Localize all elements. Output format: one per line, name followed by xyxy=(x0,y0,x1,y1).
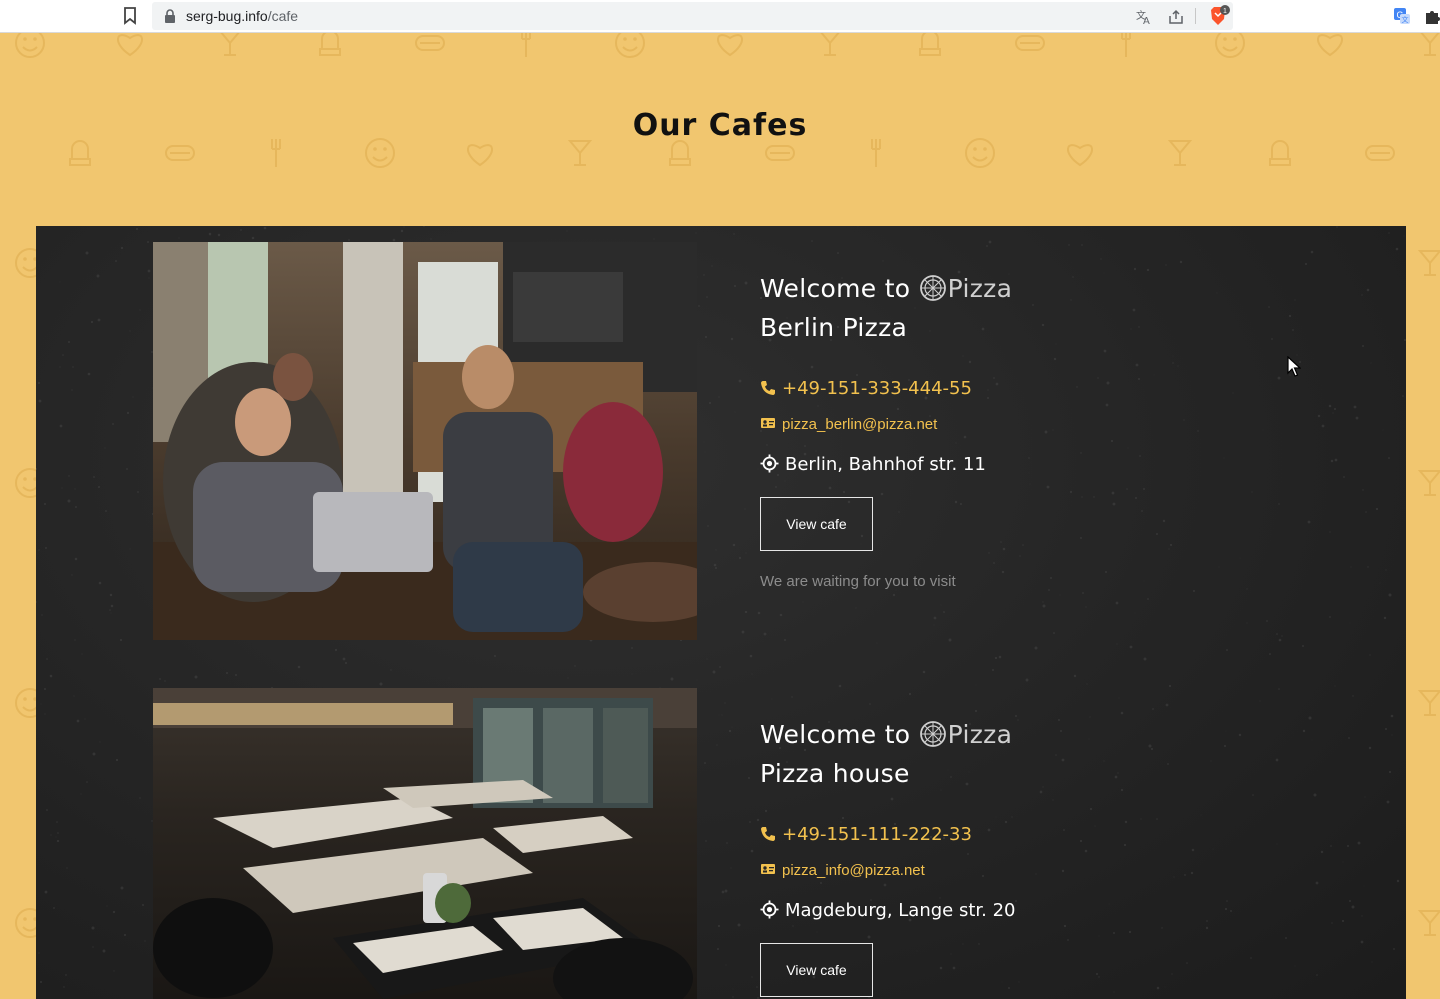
phone-number: +49-151-333-444-55 xyxy=(782,378,972,399)
address-row: Berlin, Bahnhof str. 11 xyxy=(760,454,1320,478)
phone-icon xyxy=(761,827,775,841)
phone-link[interactable]: +49-151-333-444-55 xyxy=(760,378,1320,402)
welcome-prefix: Welcome to xyxy=(760,720,911,749)
email-address: pizza_info@pizza.net xyxy=(782,862,925,879)
cafe-heading: Welcome to Pizza Pizza house xyxy=(760,715,1320,793)
location-target-icon xyxy=(760,900,779,919)
pizza-logo-icon xyxy=(919,721,946,747)
phone-link[interactable]: +49-151-111-222-33 xyxy=(760,824,1320,848)
cafe-name: Berlin Pizza xyxy=(760,313,908,342)
location-target-icon xyxy=(760,454,779,473)
toolbar-separator xyxy=(1195,8,1196,24)
email-link[interactable]: pizza_info@pizza.net xyxy=(760,861,1320,881)
contact-card-icon xyxy=(761,864,775,874)
translate-icon[interactable]: 文 A xyxy=(1135,8,1153,26)
extensions-puzzle-icon[interactable] xyxy=(1424,7,1440,25)
page-title: Our Cafes xyxy=(632,108,808,143)
email-link[interactable]: pizza_berlin@pizza.net xyxy=(760,415,1320,435)
address-bar[interactable]: serg-bug.info/cafe 文 A 1 xyxy=(152,2,1233,30)
view-cafe-button[interactable]: View cafe xyxy=(760,497,873,551)
cafe-info-berlin: Welcome to Pizza Berlin Pizza +49-151-33… xyxy=(760,269,1320,590)
bookmark-icon[interactable] xyxy=(122,7,138,25)
google-translate-extension-icon[interactable]: G 文 xyxy=(1393,7,1411,25)
phone-number: +49-151-111-222-33 xyxy=(782,824,972,845)
cafe-info-pizza-house: Welcome to Pizza Pizza house +49-151-111… xyxy=(760,715,1320,997)
address-text: Berlin, Bahnhof str. 11 xyxy=(785,454,986,475)
lock-icon[interactable] xyxy=(164,9,176,23)
address-text: Magdeburg, Lange str. 20 xyxy=(785,900,1016,921)
logo-word: Pizza xyxy=(947,720,1013,749)
visit-note: We are waiting for you to visit xyxy=(760,573,956,590)
logo-word: Pizza xyxy=(947,274,1013,303)
svg-text:文: 文 xyxy=(1402,15,1409,24)
svg-text:A: A xyxy=(1143,16,1150,26)
cafe-heading: Welcome to Pizza Berlin Pizza xyxy=(760,269,1320,347)
cafe-photo-berlin xyxy=(153,242,697,640)
cafe-name: Pizza house xyxy=(760,759,910,788)
welcome-prefix: Welcome to xyxy=(760,274,911,303)
url-text[interactable]: serg-bug.info/cafe xyxy=(186,8,298,24)
email-address: pizza_berlin@pizza.net xyxy=(782,416,938,433)
url-path: /cafe xyxy=(267,8,299,24)
contact-card-icon xyxy=(761,418,775,428)
phone-icon xyxy=(761,381,775,395)
url-host: serg-bug.info xyxy=(186,8,268,24)
brave-shield-icon[interactable]: 1 xyxy=(1208,5,1230,27)
address-row: Magdeburg, Lange str. 20 xyxy=(760,900,1320,924)
cafe-photo-pizza-house xyxy=(153,688,697,999)
browser-toolbar: serg-bug.info/cafe 文 A 1 G 文 xyxy=(0,0,1440,33)
pizza-logo-icon xyxy=(919,275,946,301)
brave-badge-count: 1 xyxy=(1223,8,1227,15)
view-cafe-button[interactable]: View cafe xyxy=(760,943,873,997)
share-icon[interactable] xyxy=(1167,8,1185,26)
cafes-board: Welcome to Pizza Berlin Pizza +49-151-33… xyxy=(36,226,1406,999)
mouse-cursor-icon xyxy=(1287,356,1301,377)
